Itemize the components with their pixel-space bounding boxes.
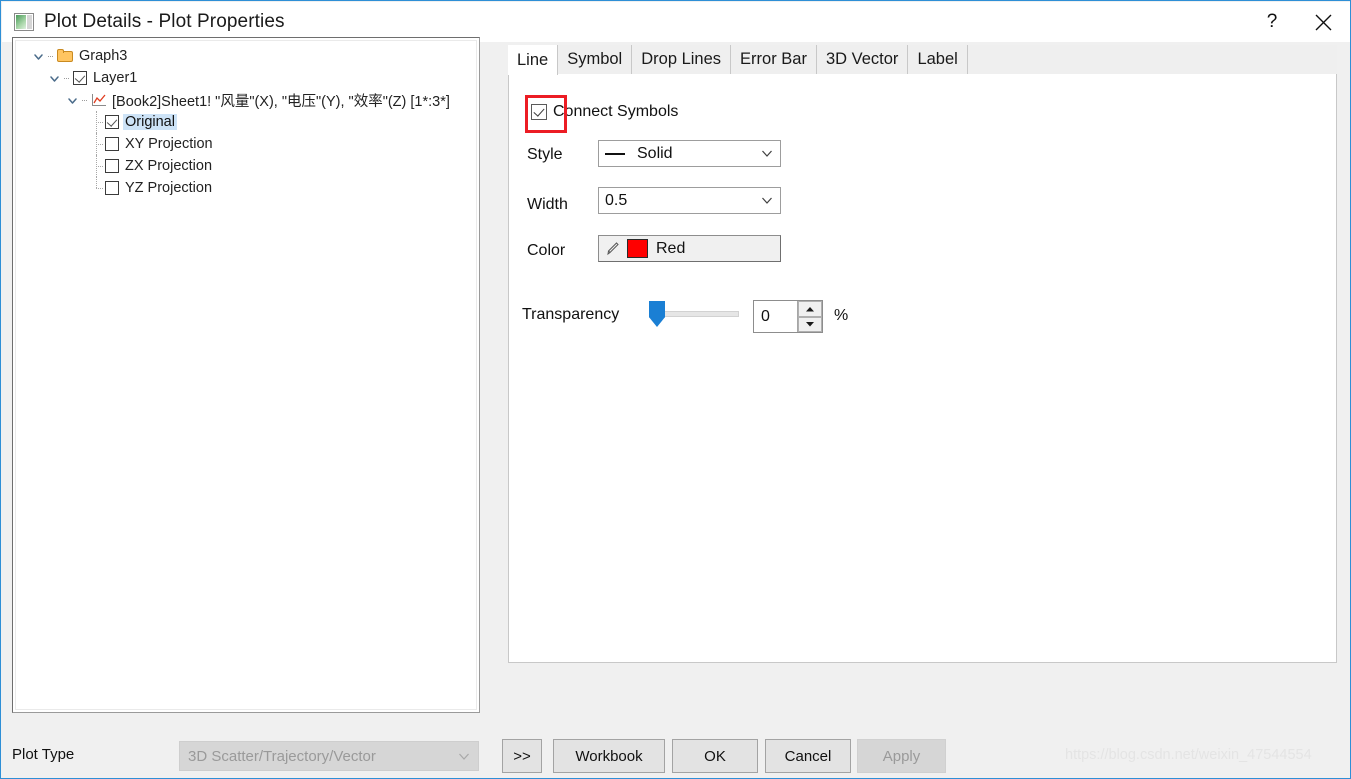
line-plot-icon <box>91 93 107 107</box>
tab-bar: Line Symbol Drop Lines Error Bar 3D Vect… <box>508 45 1337 75</box>
folder-icon <box>57 49 74 63</box>
expand-button[interactable]: >> <box>502 739 542 773</box>
width-label: Width <box>527 196 568 214</box>
pencil-icon <box>605 241 623 257</box>
width-value: 0.5 <box>605 192 627 210</box>
width-combobox[interactable]: 0.5 <box>598 187 781 214</box>
tree-node-dataset[interactable]: [Book2]Sheet1! "风量"(X), "电压"(Y), "效率"(Z)… <box>16 89 476 111</box>
tree-connector <box>80 92 90 108</box>
chevron-down-icon[interactable] <box>30 48 46 64</box>
workbook-button[interactable]: Workbook <box>553 739 665 773</box>
tab-error-bar[interactable]: Error Bar <box>731 45 817 74</box>
spinner-up-icon[interactable] <box>798 301 822 317</box>
cancel-button[interactable]: Cancel <box>765 739 851 773</box>
tree-connector <box>46 48 56 64</box>
close-icon[interactable] <box>1295 2 1351 42</box>
color-value: Red <box>656 240 685 258</box>
spinner-buttons <box>797 301 822 332</box>
ok-button[interactable]: OK <box>672 739 758 773</box>
tree-checkbox-yz-projection[interactable] <box>105 181 119 195</box>
tree-node-zx-projection[interactable]: ZX Projection <box>16 155 476 177</box>
plot-tree[interactable]: Graph3 Layer1 <box>15 40 477 710</box>
window-title: Plot Details - Plot Properties <box>44 11 285 33</box>
tree-connector <box>88 133 104 155</box>
transparency-unit: % <box>834 307 848 325</box>
tree-node-label: Original <box>123 114 177 130</box>
transparency-spinner[interactable]: 0 <box>753 300 823 333</box>
color-label: Color <box>527 242 565 260</box>
tree-checkbox-original[interactable] <box>105 115 119 129</box>
style-label: Style <box>527 146 563 164</box>
transparency-label: Transparency <box>522 306 619 324</box>
plot-type-combobox: 3D Scatter/Trajectory/Vector <box>179 741 479 771</box>
tree-connector <box>62 70 72 86</box>
tab-line[interactable]: Line <box>508 45 558 75</box>
connect-symbols-checkbox[interactable] <box>531 104 547 120</box>
tab-symbol[interactable]: Symbol <box>558 45 632 74</box>
plot-type-label: Plot Type <box>12 746 74 763</box>
tree-node-label: [Book2]Sheet1! "风量"(X), "电压"(Y), "效率"(Z)… <box>110 90 452 111</box>
style-combobox[interactable]: Solid <box>598 140 781 167</box>
chevron-down-icon[interactable] <box>64 92 80 108</box>
tree-checkbox-layer1[interactable] <box>73 71 87 85</box>
title-bar: Plot Details - Plot Properties ? <box>2 2 1351 42</box>
tree-node-xy-projection[interactable]: XY Projection <box>16 133 476 155</box>
spinner-down-icon[interactable] <box>798 317 822 333</box>
tree-checkbox-xy-projection[interactable] <box>105 137 119 151</box>
tree-node-label: Layer1 <box>91 70 139 86</box>
window-controls: ? <box>1249 2 1351 42</box>
plot-details-dialog: Plot Details - Plot Properties ? Graph3 <box>0 0 1351 779</box>
tab-label[interactable]: Label <box>908 45 967 74</box>
line-style-preview <box>605 153 625 155</box>
tab-3d-vector[interactable]: 3D Vector <box>817 45 908 74</box>
tree-node-label: XY Projection <box>123 136 215 152</box>
chevron-down-icon[interactable] <box>760 194 774 208</box>
apply-button: Apply <box>857 739 946 773</box>
tab-strip-filler <box>968 45 1337 74</box>
tab-drop-lines[interactable]: Drop Lines <box>632 45 731 74</box>
tree-node-original[interactable]: Original <box>16 111 476 133</box>
connect-symbols-row[interactable]: Connect Symbols <box>531 103 678 121</box>
tree-node-label: YZ Projection <box>123 180 214 196</box>
transparency-value[interactable]: 0 <box>754 301 797 332</box>
tree-checkbox-zx-projection[interactable] <box>105 159 119 173</box>
tree-connector <box>88 111 104 133</box>
tree-node-layer1[interactable]: Layer1 <box>16 67 476 89</box>
plot-tree-panel[interactable]: Graph3 Layer1 <box>12 37 480 713</box>
help-button[interactable]: ? <box>1249 2 1295 42</box>
tree-node-label: ZX Projection <box>123 158 214 174</box>
style-value: Solid <box>637 145 673 163</box>
graph-window-icon <box>14 13 34 31</box>
tree-node-label: Graph3 <box>77 48 129 64</box>
tree-node-yz-projection[interactable]: YZ Projection <box>16 177 476 199</box>
connect-symbols-label: Connect Symbols <box>553 103 678 121</box>
chevron-down-icon[interactable] <box>760 147 774 161</box>
color-swatch <box>627 239 648 258</box>
color-picker-button[interactable]: Red <box>598 235 781 262</box>
watermark-text: https://blog.csdn.net/weixin_47544554 <box>1065 747 1312 763</box>
chevron-down-icon <box>458 748 470 765</box>
tree-connector <box>88 155 104 177</box>
tree-connector <box>88 177 104 199</box>
plot-type-value: 3D Scatter/Trajectory/Vector <box>188 748 376 765</box>
tree-node-graph3[interactable]: Graph3 <box>16 45 476 67</box>
chevron-down-icon[interactable] <box>46 70 62 86</box>
